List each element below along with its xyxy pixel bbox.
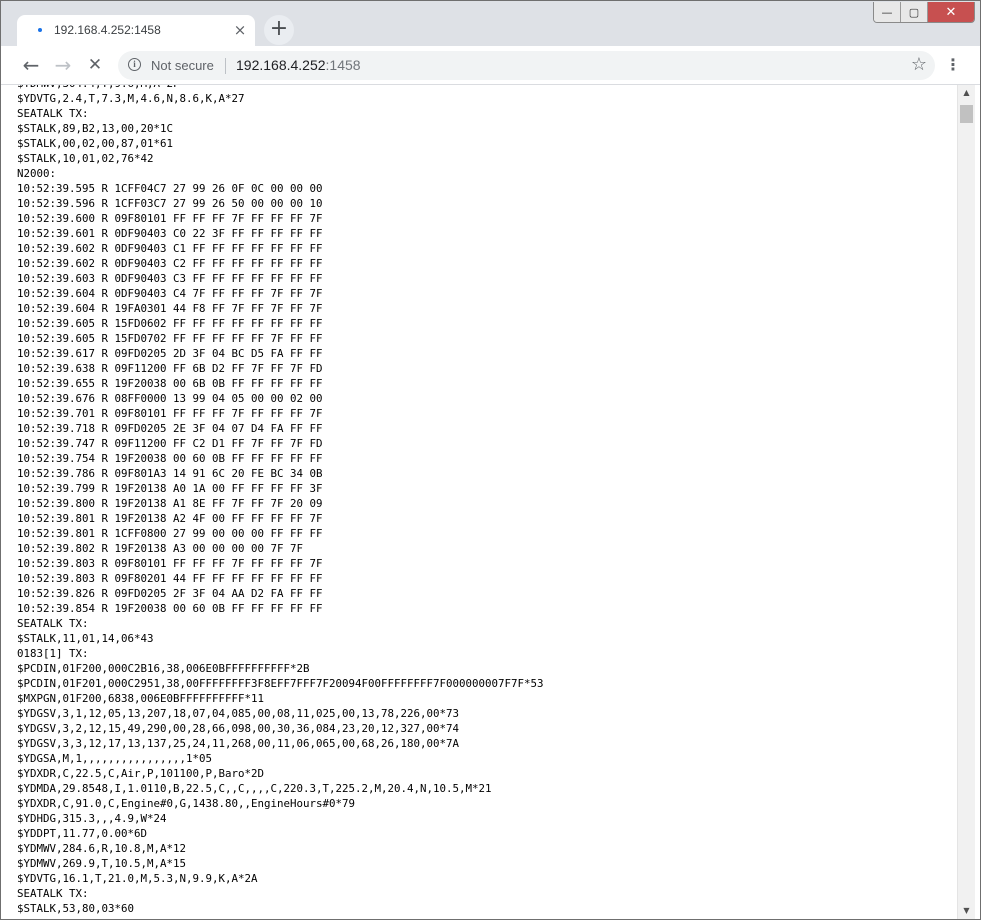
log-line: 10:52:39.800 R 19F20138 A1 8E FF 7F FF 7… [17, 497, 323, 510]
log-line: $YDGSA,M,1,,,,,,,,,,,,,,,,1*05 [17, 752, 213, 765]
log-line: 10:52:39.802 R 19F20138 A3 00 00 00 00 7… [17, 542, 304, 555]
vertical-scrollbar[interactable]: ▲ ▼ [957, 85, 975, 919]
log-line: 10:52:39.600 R 09F80101 FF FF FF 7F FF F… [17, 212, 323, 225]
log-line: 10:52:39.595 R 1CFF04C7 27 99 26 0F 0C 0… [17, 182, 323, 195]
log-line: $PCDIN,01F201,000C2951,38,00FFFFFFFF3F8E… [17, 677, 544, 690]
log-line: $STALK,53,80,03*60 [17, 902, 135, 915]
forward-arrow-icon[interactable]: → [49, 51, 77, 79]
url-host: 192.168.4.252 [236, 57, 326, 73]
log-line: 10:52:39.601 R 0DF90403 C0 22 3F FF FF F… [17, 227, 323, 240]
log-line: 10:52:39.801 R 1CFF0800 27 99 00 00 00 F… [17, 527, 323, 540]
log-line: 10:52:39.617 R 09FD0205 2D 3F 04 BC D5 F… [17, 347, 323, 360]
security-label[interactable]: Not secure [151, 58, 214, 73]
menu-icon[interactable]: ⋮ [944, 51, 962, 79]
log-line: $MXPGN,01F200,6838,006E0BFFFFFFFFFF*11 [17, 692, 265, 705]
log-line: $YDVTG,2.4,T,7.3,M,4.6,N,8.6,K,A*27 [17, 92, 245, 105]
log-line: 10:52:39.605 R 15FD0702 FF FF FF FF FF 7… [17, 332, 323, 345]
tab-close-icon[interactable]: × [231, 21, 249, 39]
scrollbar-thumb[interactable] [960, 105, 973, 123]
window-controls: — ▢ ✕ [873, 2, 975, 23]
url-text[interactable]: 192.168.4.252:1458 [236, 57, 361, 73]
log-line: 10:52:39.638 R 09F11200 FF 6B D2 FF 7F F… [17, 362, 323, 375]
log-line: $YDMWV,284.6,R,10.8,M,A*12 [17, 842, 187, 855]
omnibox-divider [225, 58, 226, 74]
tab-strip: 192.168.4.252:1458 × + — ▢ ✕ [1, 1, 980, 46]
log-line: 10:52:39.701 R 09F80101 FF FF FF 7F FF F… [17, 407, 323, 420]
tab-title: 192.168.4.252:1458 [54, 23, 161, 37]
log-line: 10:52:39.596 R 1CFF03C7 27 99 26 50 00 0… [17, 197, 323, 210]
log-line: $YDGSV,3,1,12,05,13,207,18,07,04,085,00,… [17, 707, 460, 720]
close-window-button[interactable]: ✕ [928, 2, 974, 22]
log-line: $YDXDR,C,22.5,C,Air,P,101100,P,Baro*2D [17, 767, 265, 780]
back-arrow-icon[interactable]: ← [17, 51, 45, 79]
log-line: SEATALK TX: [17, 107, 89, 120]
log-line: $YDXDR,C,91.0,C,Engine#0,G,1438.80,,Engi… [17, 797, 356, 810]
log-line: 10:52:39.799 R 19F20138 A0 1A 00 FF FF F… [17, 482, 323, 495]
log-line: $YDGSV,3,2,12,15,49,290,00,28,66,098,00,… [17, 722, 460, 735]
log-line: 10:52:39.854 R 19F20038 00 60 0B FF FF F… [17, 602, 323, 615]
log-line: 10:52:39.754 R 19F20038 00 60 0B FF FF F… [17, 452, 323, 465]
log-line: $YDGSV,3,3,12,17,13,137,25,24,11,268,00,… [17, 737, 460, 750]
log-line: $YDMWV,269.9,T,10.5,M,A*15 [17, 857, 187, 870]
new-tab-button[interactable]: + [264, 15, 294, 45]
log-line: 10:52:39.786 R 09F801A3 14 91 6C 20 FE B… [17, 467, 323, 480]
info-icon[interactable]: i [128, 58, 141, 71]
loading-favicon-icon [38, 28, 42, 32]
scroll-up-icon[interactable]: ▲ [958, 85, 975, 101]
log-line: $YDHDG,315.3,,,4.9,W*24 [17, 812, 167, 825]
log-line: 10:52:39.803 R 09F80101 FF FF FF 7F FF F… [17, 557, 323, 570]
url-port: :1458 [325, 57, 361, 73]
log-line: 10:52:39.655 R 19F20038 00 6B 0B FF FF F… [17, 377, 323, 390]
browser-toolbar: ← → ✕ i Not secure 192.168.4.252:1458 ☆ … [1, 46, 980, 85]
log-line: SEATALK TX: [17, 887, 89, 900]
log-line: $STALK,89,B2,13,00,20*1C [17, 122, 174, 135]
log-line: 10:52:39.602 R 0DF90403 C2 FF FF FF FF F… [17, 257, 323, 270]
log-line: 10:52:39.803 R 09F80201 44 FF FF FF FF F… [17, 572, 323, 585]
scroll-down-icon[interactable]: ▼ [958, 903, 975, 919]
address-bar[interactable]: i Not secure 192.168.4.252:1458 ☆ [118, 51, 935, 80]
log-line: 10:52:39.747 R 09F11200 FF C2 D1 FF 7F F… [17, 437, 323, 450]
log-line: $PCDIN,01F200,000C2B16,38,006E0BFFFFFFFF… [17, 662, 310, 675]
log-line: $YDVTG,16.1,T,21.0,M,5.3,N,9.9,K,A*2A [17, 872, 258, 885]
page-content: $YDMWV,304.4,T,9.6,M,A*2F$YDVTG,2.4,T,7.… [1, 85, 957, 919]
browser-tab[interactable]: 192.168.4.252:1458 × [17, 15, 255, 46]
browser-window: 192.168.4.252:1458 × + — ▢ ✕ ← → ✕ i Not… [0, 0, 981, 920]
log-line: 10:52:39.605 R 15FD0602 FF FF FF FF FF F… [17, 317, 323, 330]
log-line: $YDDPT,11.77,0.00*6D [17, 827, 148, 840]
star-icon[interactable]: ☆ [911, 54, 927, 75]
stop-icon[interactable]: ✕ [81, 51, 109, 79]
log-line: $STALK,11,01,14,06*43 [17, 632, 154, 645]
maximize-button[interactable]: ▢ [901, 2, 928, 22]
log-line: N2000: [17, 167, 57, 180]
log-line: $STALK,00,02,00,87,01*61 [17, 137, 174, 150]
log-line: 10:52:39.603 R 0DF90403 C3 FF FF FF FF F… [17, 272, 323, 285]
log-line: $STALK,10,01,02,76*42 [17, 152, 154, 165]
log-line: 0183[1] TX: [17, 647, 89, 660]
log-line: 10:52:39.604 R 0DF90403 C4 7F FF FF FF 7… [17, 287, 323, 300]
log-line: 10:52:39.801 R 19F20138 A2 4F 00 FF FF F… [17, 512, 323, 525]
log-line: 10:52:39.604 R 19FA0301 44 F8 FF 7F FF 7… [17, 302, 323, 315]
log-line: $YDMDA,29.8548,I,1.0110,B,22.5,C,,C,,,,C… [17, 782, 492, 795]
minimize-button[interactable]: — [874, 2, 901, 22]
log-output: $YDMWV,304.4,T,9.6,M,A*2F$YDVTG,2.4,T,7.… [17, 85, 544, 916]
log-line: 10:52:39.676 R 08FF0000 13 99 04 05 00 0… [17, 392, 323, 405]
log-line: 10:52:39.602 R 0DF90403 C1 FF FF FF FF F… [17, 242, 323, 255]
log-line: SEATALK TX: [17, 617, 89, 630]
log-line: 10:52:39.718 R 09FD0205 2E 3F 04 07 D4 F… [17, 422, 323, 435]
log-line: 10:52:39.826 R 09FD0205 2F 3F 04 AA D2 F… [17, 587, 323, 600]
